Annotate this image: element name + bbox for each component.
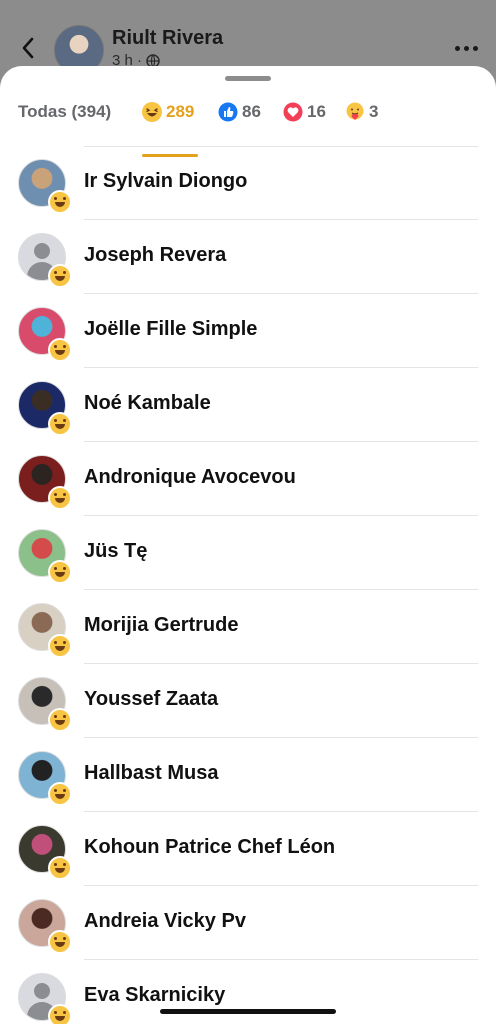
- chevron-left-icon: [22, 37, 34, 59]
- haha-icon: [142, 102, 162, 122]
- haha-reaction-icon: [48, 634, 72, 658]
- person-name[interactable]: Ir Sylvain Diongo: [84, 170, 247, 193]
- person-name[interactable]: Andreia Vicky Pv: [84, 910, 246, 933]
- haha-reaction-icon: [48, 264, 72, 288]
- reactions-sheet: Todas (394) 289 86 16 3 Ir Sylvain Diong…: [0, 66, 496, 1024]
- more-dot-icon: [463, 45, 469, 51]
- reaction-tabs: Todas (394) 289 86 16 3: [0, 92, 496, 157]
- more-options-button[interactable]: [452, 38, 480, 58]
- more-dot-icon: [454, 45, 460, 51]
- list-item[interactable]: Andronique Avocevou: [0, 442, 496, 516]
- tab-care[interactable]: 3: [345, 92, 378, 132]
- home-indicator[interactable]: [160, 1009, 336, 1014]
- haha-reaction-icon: [48, 190, 72, 214]
- person-name[interactable]: Joseph Revera: [84, 244, 226, 267]
- haha-reaction-icon: [48, 1004, 72, 1024]
- person-name[interactable]: Andronique Avocevou: [84, 466, 296, 489]
- more-dot-icon: [472, 45, 478, 51]
- haha-reaction-icon: [48, 708, 72, 732]
- haha-reaction-icon: [48, 412, 72, 436]
- tab-all-label: Todas (394): [18, 102, 112, 121]
- tab-like[interactable]: 86: [218, 92, 261, 132]
- person-name[interactable]: Joëlle Fille Simple: [84, 318, 257, 341]
- list-item[interactable]: Ir Sylvain Diongo: [0, 146, 496, 220]
- list-item[interactable]: Morijia Gertrude: [0, 590, 496, 664]
- list-item[interactable]: Joëlle Fille Simple: [0, 294, 496, 368]
- person-name[interactable]: Eva Skarniciky: [84, 984, 225, 1007]
- list-item[interactable]: Youssef Zaata: [0, 664, 496, 738]
- tab-love-count: 16: [307, 102, 326, 121]
- tab-love[interactable]: 16: [283, 92, 326, 132]
- person-name[interactable]: Hallbast Musa: [84, 762, 218, 785]
- haha-reaction-icon: [48, 486, 72, 510]
- tab-haha-count: 289: [166, 102, 195, 121]
- haha-reaction-icon: [48, 856, 72, 880]
- tab-all[interactable]: Todas (394): [18, 92, 111, 132]
- person-name[interactable]: Youssef Zaata: [84, 688, 218, 711]
- haha-reaction-icon: [48, 782, 72, 806]
- person-name[interactable]: Kohoun Patrice Chef Léon: [84, 836, 335, 859]
- haha-reaction-icon: [48, 338, 72, 362]
- list-item[interactable]: Joseph Revera: [0, 220, 496, 294]
- tab-haha[interactable]: 289: [142, 92, 194, 132]
- person-name[interactable]: Morijia Gertrude: [84, 614, 238, 637]
- back-button[interactable]: [14, 34, 42, 62]
- list-item[interactable]: Hallbast Musa: [0, 738, 496, 812]
- tab-care-count: 3: [369, 102, 379, 121]
- person-name[interactable]: Noé Kambale: [84, 392, 211, 415]
- haha-reaction-icon: [48, 930, 72, 954]
- list-item[interactable]: Kohoun Patrice Chef Léon: [0, 812, 496, 886]
- tab-like-count: 86: [242, 102, 261, 121]
- sheet-grabber[interactable]: [225, 76, 271, 81]
- care-icon: [345, 102, 365, 122]
- person-name[interactable]: Jüs Tę: [84, 540, 147, 563]
- like-icon: [218, 102, 238, 122]
- list-item[interactable]: Jüs Tę: [0, 516, 496, 590]
- author-name[interactable]: Riult Rivera: [112, 27, 223, 50]
- list-item[interactable]: Andreia Vicky Pv: [0, 886, 496, 960]
- list-item[interactable]: Eva Skarniciky: [0, 960, 496, 1024]
- love-icon: [283, 102, 303, 122]
- list-item[interactable]: Noé Kambale: [0, 368, 496, 442]
- haha-reaction-icon: [48, 560, 72, 584]
